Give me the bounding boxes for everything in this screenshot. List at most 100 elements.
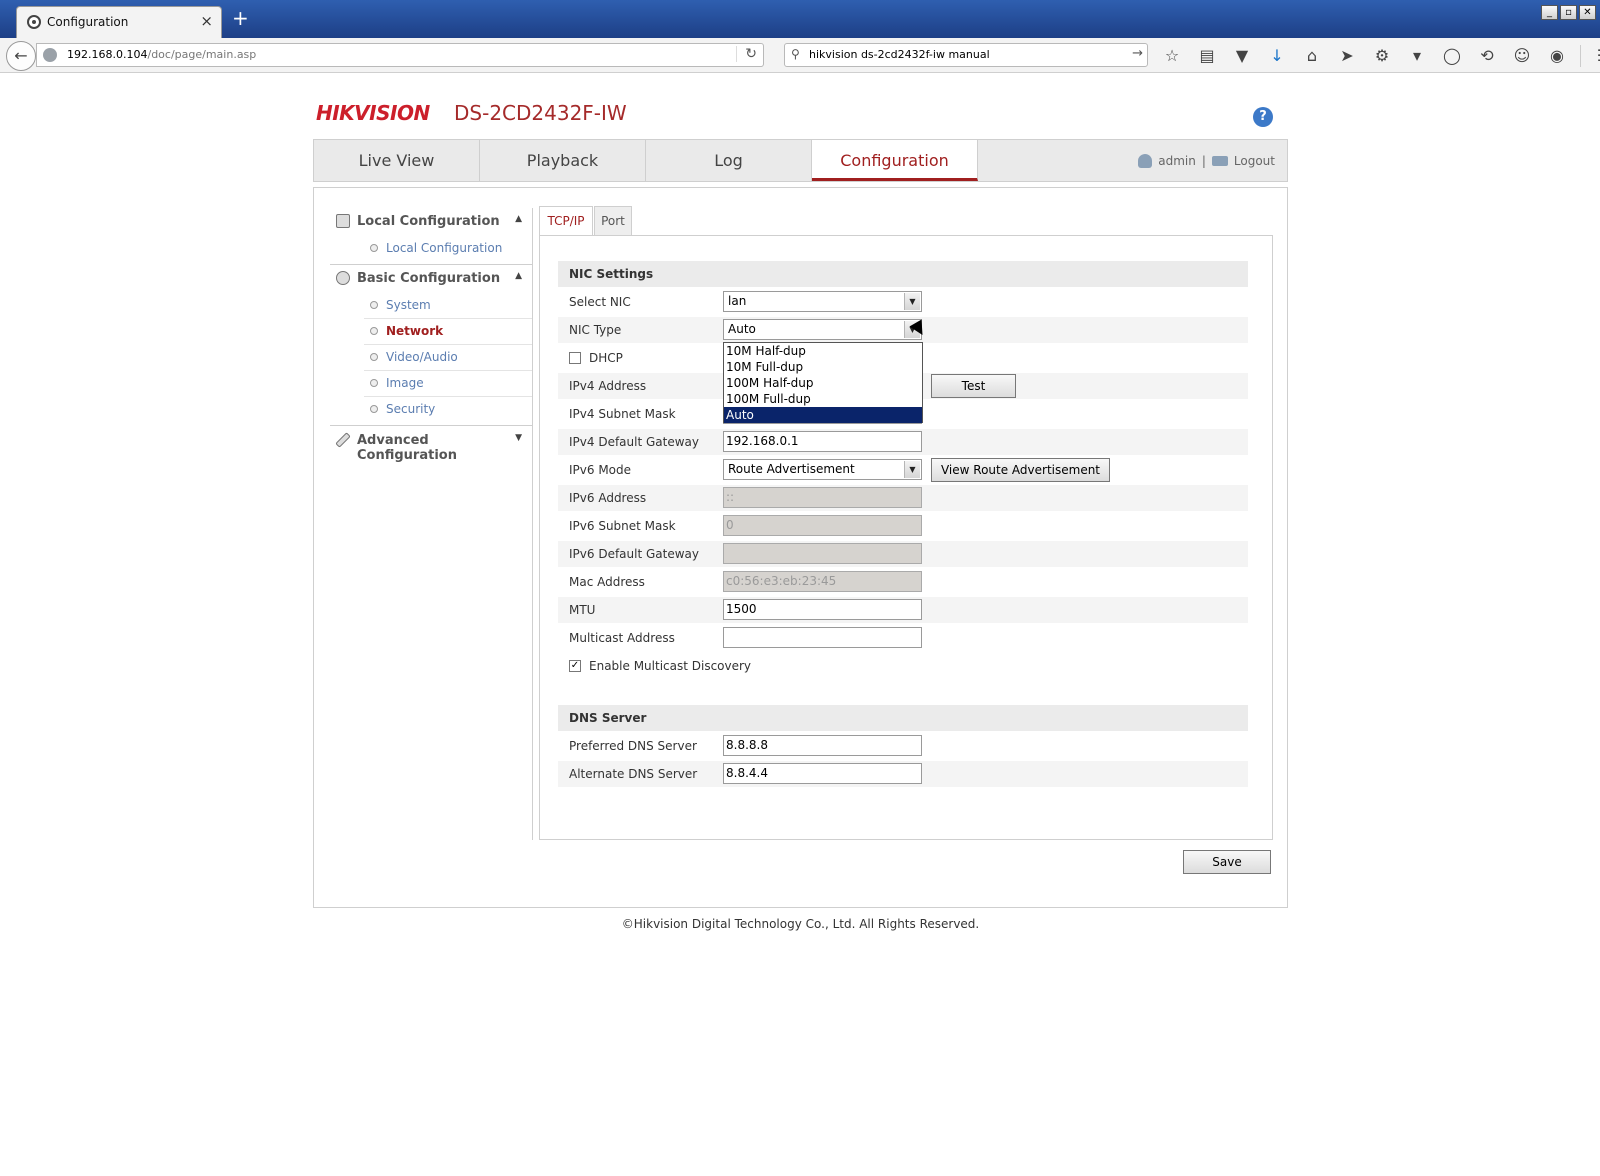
nav-playback[interactable]: Playback xyxy=(480,140,646,181)
username: admin xyxy=(1158,154,1196,168)
ipv4-gateway-input[interactable]: 192.168.0.1 xyxy=(723,431,922,452)
preferred-dns-input[interactable]: 8.8.8.8 xyxy=(723,735,922,756)
home-icon[interactable]: ⌂ xyxy=(1300,45,1324,67)
nic-type-value: Auto xyxy=(728,322,756,336)
sidebar-border xyxy=(532,208,533,840)
bullet-icon xyxy=(370,379,378,387)
reload-icon[interactable]: ↻ xyxy=(736,46,757,62)
row-ipv6-mask: IPv6 Subnet Mask 0 xyxy=(558,513,1248,539)
sidebar-item-system[interactable]: System xyxy=(364,293,532,319)
sidebar-section-basic[interactable]: Basic Configuration ▲ xyxy=(330,265,532,293)
browser-titlebar: Configuration × + _ ▫ ✕ xyxy=(0,0,1600,38)
logout-icon[interactable] xyxy=(1211,156,1228,166)
sidebar-section-advanced[interactable]: Advanced Configuration ▼ xyxy=(330,427,532,463)
wrench-icon xyxy=(335,432,351,448)
browser-toolbar: ☆ ▤ ▼ ↓ ⌂ ➤ ⚙ ▾ ◯ ⟲ ☺ ◉ ☰ xyxy=(1160,45,1600,67)
plugin-icon[interactable]: ⚙ xyxy=(1370,45,1394,67)
nav-log[interactable]: Log xyxy=(646,140,812,181)
row-ipv4-gateway: IPv4 Default Gateway 192.168.0.1 xyxy=(558,429,1248,455)
chevron-up-icon[interactable]: ▲ xyxy=(515,271,522,281)
nic-type-option-selected[interactable]: Auto xyxy=(724,407,922,423)
ipv6-mask-label: IPv6 Subnet Mask xyxy=(569,519,676,533)
bullet-icon xyxy=(370,244,378,252)
sidebar-section-label: Local Configuration xyxy=(357,214,500,229)
nic-type-option[interactable]: 10M Full-dup xyxy=(724,359,922,375)
pocket-icon[interactable]: ▼ xyxy=(1230,45,1254,67)
minimize-button[interactable]: _ xyxy=(1541,5,1558,20)
logout-link[interactable]: Logout xyxy=(1234,154,1275,168)
mtu-input[interactable]: 1500 xyxy=(723,599,922,620)
url-text[interactable]: 192.168.0.104/doc/page/main.asp xyxy=(67,48,256,61)
multicast-address-label: Multicast Address xyxy=(569,631,675,645)
tab-tcp-ip[interactable]: TCP/IP xyxy=(539,206,593,236)
chevron-up-icon[interactable]: ▲ xyxy=(515,214,522,224)
row-mac-address: Mac Address c0:56:e3:eb:23:45 xyxy=(558,569,1248,595)
nic-type-option[interactable]: 100M Full-dup xyxy=(724,391,922,407)
browser-tab[interactable]: Configuration × xyxy=(16,6,222,38)
ipv6-mode-dropdown[interactable]: Route Advertisement ▼ xyxy=(723,459,922,480)
back-button[interactable]: ← xyxy=(6,41,36,71)
window-controls: _ ▫ ✕ xyxy=(1541,5,1596,20)
hikvision-logo: HIKVISION xyxy=(316,101,430,125)
preferred-dns-label: Preferred DNS Server xyxy=(569,739,697,753)
sidebar-item-security[interactable]: Security xyxy=(364,397,532,423)
sidebar-item-image[interactable]: Image xyxy=(364,371,532,397)
toolbar-separator xyxy=(1580,45,1581,67)
help-icon[interactable]: ? xyxy=(1253,107,1273,127)
nav-configuration[interactable]: Configuration xyxy=(812,140,978,181)
test-button[interactable]: Test xyxy=(931,374,1016,398)
nic-type-option[interactable]: 10M Half-dup xyxy=(724,343,922,359)
ipv6-mode-value: Route Advertisement xyxy=(728,462,855,476)
search-input[interactable]: hikvision ds-2cd2432f-iw manual xyxy=(809,48,990,61)
save-button[interactable]: Save xyxy=(1183,850,1271,874)
star-icon[interactable]: ☆ xyxy=(1160,45,1184,67)
search-bar[interactable]: ⚲ hikvision ds-2cd2432f-iw manual → xyxy=(784,43,1148,67)
close-window-button[interactable]: ✕ xyxy=(1579,5,1596,20)
extension-icon[interactable]: ◉ xyxy=(1545,45,1569,67)
download-icon[interactable]: ↓ xyxy=(1265,45,1289,67)
tab-close-icon[interactable]: × xyxy=(200,12,213,30)
ipv6-address-input: :: xyxy=(723,487,922,508)
sidebar-section-local[interactable]: Local Configuration ▲ xyxy=(330,208,532,236)
url-bar[interactable]: 192.168.0.104/doc/page/main.asp ↻ xyxy=(36,43,764,67)
tab-port[interactable]: Port xyxy=(594,206,632,235)
search-go-icon[interactable]: → xyxy=(1132,46,1143,61)
tab-favicon-icon xyxy=(27,15,41,29)
restore-button[interactable]: ▫ xyxy=(1560,5,1577,20)
bullet-icon xyxy=(370,301,378,309)
sidebar-item-local-configuration[interactable]: Local Configuration xyxy=(364,236,532,262)
multicast-address-input[interactable] xyxy=(723,627,922,648)
menu-icon[interactable]: ☰ xyxy=(1592,45,1600,67)
multicast-discovery-checkbox[interactable]: ✓ xyxy=(569,660,581,672)
nic-type-option[interactable]: 100M Half-dup xyxy=(724,375,922,391)
view-route-advertisement-button[interactable]: View Route Advertisement xyxy=(931,458,1110,482)
monitor-icon xyxy=(336,214,350,228)
dhcp-checkbox[interactable] xyxy=(569,352,581,364)
refresh-circle-icon[interactable]: ⟲ xyxy=(1475,45,1499,67)
browser-navbar: ← 192.168.0.104/doc/page/main.asp ↻ ⚲ hi… xyxy=(0,38,1600,73)
alternate-dns-input[interactable]: 8.8.4.4 xyxy=(723,763,922,784)
globe-icon xyxy=(43,48,57,62)
sidebar-item-label: Image xyxy=(386,376,424,390)
nic-type-label: NIC Type xyxy=(569,323,622,337)
chevron-down-icon[interactable]: ▼ xyxy=(904,293,920,310)
sidebar-item-video-audio[interactable]: Video/Audio xyxy=(364,345,532,371)
sidebar-item-label: Security xyxy=(386,402,436,416)
select-nic-dropdown[interactable]: lan ▼ xyxy=(723,291,922,312)
ipv4-mask-label: IPv4 Subnet Mask xyxy=(569,407,676,421)
sync-icon[interactable]: ◯ xyxy=(1440,45,1464,67)
reader-icon[interactable]: ▤ xyxy=(1195,45,1219,67)
send-icon[interactable]: ➤ xyxy=(1335,45,1359,67)
chevron-down-icon[interactable]: ▼ xyxy=(515,433,522,443)
nav-live-view[interactable]: Live View xyxy=(314,140,480,181)
ipv6-mode-label: IPv6 Mode xyxy=(569,463,632,477)
ipv6-gateway-input xyxy=(723,543,922,564)
chevron-down-icon[interactable]: ▼ xyxy=(904,461,920,478)
sidebar-item-network[interactable]: Network xyxy=(364,319,532,345)
nic-type-dropdown[interactable]: Auto ▼ xyxy=(723,319,922,340)
bullet-icon xyxy=(370,327,378,335)
chat-icon[interactable]: ☺ xyxy=(1510,45,1534,67)
chevron-icon[interactable]: ▾ xyxy=(1405,45,1429,67)
new-tab-button[interactable]: + xyxy=(232,7,249,29)
device-model: DS-2CD2432F-IW xyxy=(454,101,627,125)
